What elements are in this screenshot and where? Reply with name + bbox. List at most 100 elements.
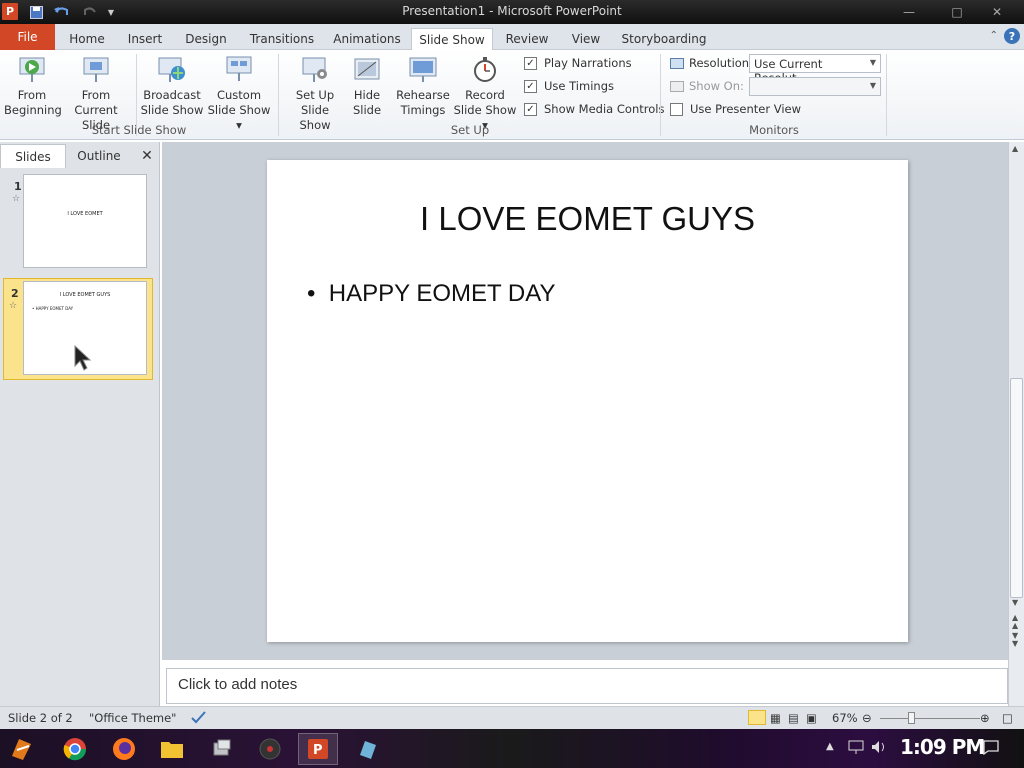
help-icon[interactable]: ? <box>1004 28 1020 44</box>
tab-design[interactable]: Design <box>180 28 232 50</box>
thumbnail-preview: I LOVE EOMET <box>23 174 147 268</box>
firefox-icon[interactable] <box>104 733 144 765</box>
tab-insert[interactable]: Insert <box>120 28 170 50</box>
slide-thumbnail-1[interactable]: 1 ☆ I LOVE EOMET <box>4 172 152 272</box>
computer-icon[interactable] <box>202 733 242 765</box>
powerpoint-taskbar-icon[interactable]: P <box>298 733 338 765</box>
theme-name[interactable]: "Office Theme" <box>89 711 176 725</box>
window-title: Presentation1 - Microsoft PowerPoint <box>402 4 622 18</box>
show-on-dropdown[interactable]: ▼ <box>749 77 881 96</box>
app-icon[interactable] <box>348 733 388 765</box>
slide-counter: Slide 2 of 2 <box>8 711 73 725</box>
bullet-icon: • <box>307 280 316 307</box>
next-slide-icon[interactable]: ▼ ▼ <box>1012 632 1018 648</box>
tab-outline[interactable]: Outline <box>66 144 132 168</box>
tab-transitions[interactable]: Transitions <box>244 28 320 50</box>
chrome-icon[interactable] <box>55 733 95 765</box>
zoom-slider-thumb[interactable] <box>908 712 915 724</box>
start-button[interactable] <box>4 733 44 765</box>
title-bar: P ▼ Presentation1 - Microsoft PowerPoint… <box>0 0 1024 24</box>
notes-placeholder: Click to add notes <box>178 676 298 693</box>
scroll-thumb[interactable] <box>1010 378 1023 598</box>
show-media-controls-checkbox[interactable]: ✓ Show Media Controls <box>524 102 664 116</box>
normal-view-icon[interactable] <box>748 710 766 725</box>
checkbox-checked[interactable]: ✓ <box>524 102 537 116</box>
media-app-icon[interactable] <box>250 733 290 765</box>
zoom-in-icon[interactable]: ⊕ <box>980 711 990 725</box>
checkbox-checked[interactable]: ✓ <box>524 56 537 70</box>
tab-home[interactable]: Home <box>64 28 110 50</box>
tab-slides[interactable]: Slides <box>0 144 66 168</box>
custom-slide-show-icon <box>224 54 254 84</box>
group-label-monitors: Monitors <box>749 123 799 137</box>
tab-view[interactable]: View <box>566 28 606 50</box>
reading-view-icon[interactable]: ▤ <box>788 711 799 725</box>
use-timings-checkbox[interactable]: ✓ Use Timings <box>524 79 614 93</box>
maximize-button[interactable]: □ <box>938 2 976 22</box>
record-slide-show-button[interactable]: Record Slide Show ▾ <box>452 54 518 133</box>
broadcast-icon <box>157 54 187 84</box>
zoom-out-icon[interactable]: ⊖ <box>862 711 872 725</box>
hide-slide-icon <box>352 54 382 84</box>
chevron-down-icon: ▼ <box>869 81 876 90</box>
status-bar: Slide 2 of 2 "Office Theme" ▦ ▤ ▣ 67% ⊖ … <box>0 706 1024 729</box>
slide-sorter-icon[interactable]: ▦ <box>770 711 781 725</box>
close-button[interactable]: ✕ <box>978 2 1016 22</box>
divider <box>660 54 661 136</box>
checkbox-checked[interactable]: ✓ <box>524 79 537 93</box>
set-up-slide-show-button[interactable]: Set Up Slide Show <box>284 54 346 133</box>
use-presenter-view-checkbox[interactable]: Use Presenter View <box>670 102 801 116</box>
tab-slide-show[interactable]: Slide Show <box>411 28 493 51</box>
tab-file[interactable]: File <box>0 24 55 50</box>
previous-slide-icon[interactable]: ▲ ▲ <box>1012 614 1018 630</box>
show-on-label: Show On: <box>670 79 744 93</box>
broadcast-slide-show-button[interactable]: Broadcast Slide Show <box>140 54 204 118</box>
tab-storyboarding[interactable]: Storyboarding <box>620 28 708 50</box>
show-hidden-icons[interactable]: ▲ <box>826 741 834 752</box>
stopwatch-icon <box>470 54 500 84</box>
notes-pane[interactable]: Click to add notes <box>166 668 1008 704</box>
rehearse-timings-button[interactable]: Rehearse Timings <box>394 54 452 118</box>
play-narrations-checkbox[interactable]: ✓ Play Narrations <box>524 56 632 70</box>
fit-to-window-icon[interactable]: □ <box>1002 711 1013 725</box>
slide-canvas[interactable]: I LOVE EOMET GUYS • HAPPY EOMET DAY <box>267 160 908 642</box>
scroll-down-icon[interactable]: ▼ <box>1012 598 1018 607</box>
group-label-set-up: Set Up <box>450 123 490 137</box>
group-label-start-slide-show: Start Slide Show <box>91 123 187 137</box>
resolution-label: Resolution: <box>670 56 753 70</box>
slide-show-view-icon[interactable]: ▣ <box>806 711 817 725</box>
action-center-icon[interactable] <box>982 739 1000 758</box>
set-up-slide-show-icon <box>300 54 330 84</box>
taskbar-clock[interactable]: 1:09 PM <box>900 735 985 759</box>
collapse-ribbon-icon[interactable]: ⌃ <box>990 30 998 41</box>
spell-check-icon[interactable] <box>190 709 208 728</box>
hide-slide-button[interactable]: Hide Slide <box>346 54 388 118</box>
slides-panel: Slides Outline ✕ 1 ☆ I LOVE EOMET 2 ☆ I … <box>0 142 160 706</box>
checkbox-unchecked[interactable] <box>670 102 683 116</box>
svg-text:P: P <box>313 743 323 758</box>
vertical-scrollbar[interactable]: ▲ ▼ ▲ ▲ ▼ ▼ <box>1008 142 1024 706</box>
tab-review[interactable]: Review <box>502 28 552 50</box>
mouse-cursor-icon <box>74 344 94 374</box>
volume-icon[interactable] <box>870 739 888 758</box>
resolution-dropdown[interactable]: Use Current Resolut...▼ <box>749 54 881 85</box>
custom-slide-show-button[interactable]: Custom Slide Show ▾ <box>204 54 274 133</box>
zoom-level[interactable]: 67% <box>832 711 858 725</box>
from-current-slide-button[interactable]: From Current Slide <box>60 54 132 133</box>
minimize-button[interactable]: — <box>890 2 928 22</box>
file-explorer-icon[interactable] <box>152 733 192 765</box>
slide-title[interactable]: I LOVE EOMET GUYS <box>267 200 908 238</box>
zoom-slider[interactable] <box>880 718 980 719</box>
tab-animations[interactable]: Animations <box>330 28 404 50</box>
from-current-slide-icon <box>81 54 111 84</box>
scroll-up-icon[interactable]: ▲ <box>1012 144 1018 153</box>
slide-bullet[interactable]: • HAPPY EOMET DAY <box>307 280 555 308</box>
network-icon[interactable] <box>848 739 864 758</box>
rehearse-timings-icon <box>408 54 438 84</box>
ribbon-slide-show: From Beginning From Current Slide Broadc… <box>0 50 1024 140</box>
from-beginning-button[interactable]: From Beginning <box>4 54 62 118</box>
transition-star-icon: ☆ <box>12 194 21 204</box>
close-panel-icon[interactable]: ✕ <box>136 144 158 168</box>
divider <box>278 54 279 136</box>
taskbar: P ▲ 1:09 PM <box>0 729 1024 768</box>
